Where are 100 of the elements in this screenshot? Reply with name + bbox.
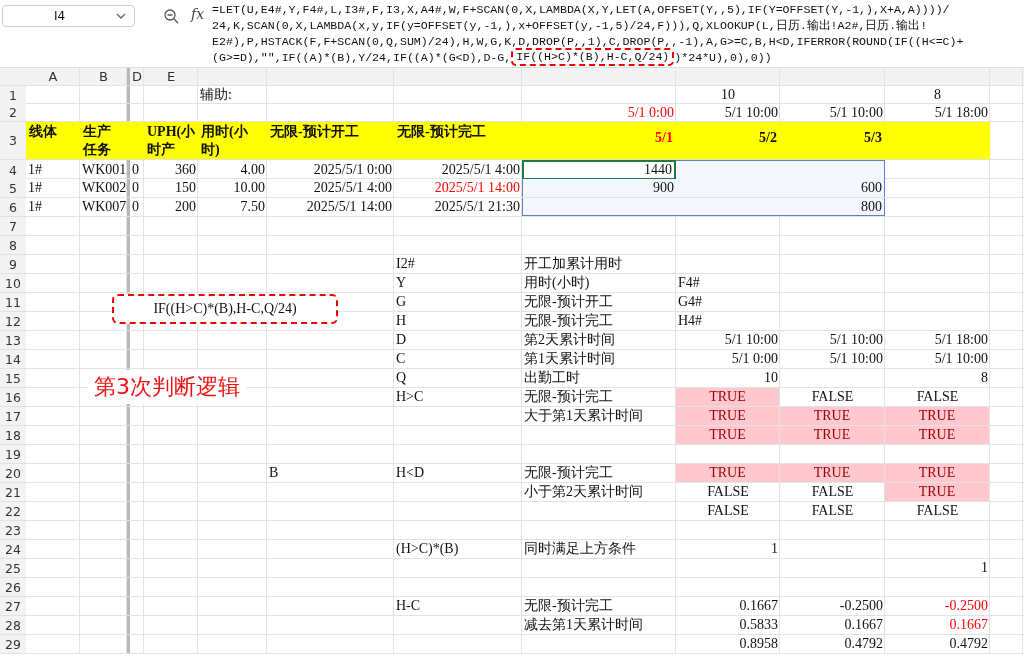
row-header[interactable]: 1	[0, 86, 26, 104]
row-header[interactable]: 18	[0, 426, 26, 444]
table-cell: 900	[522, 179, 676, 197]
row-header[interactable]: 22	[0, 502, 26, 520]
row-header[interactable]: 12	[0, 312, 26, 330]
table-cell-text: 8	[933, 86, 942, 104]
table-cell-text: 无限-预计完工	[523, 597, 614, 615]
row-header[interactable]: 4	[0, 160, 26, 180]
table-cell-text: D	[395, 331, 408, 349]
table-cell-text: 1#	[27, 198, 43, 216]
row-header[interactable]: 17	[0, 407, 26, 425]
table-cell-text: FALSE	[810, 502, 855, 520]
table-cell-text: 大于第1天累计时间	[523, 407, 644, 425]
table-cell-text: 辅助:	[199, 86, 233, 104]
table-cell-text: WK007	[81, 198, 127, 216]
table-cell-text: 无限-预计完工	[523, 464, 614, 482]
table-cell-text: 0.1667	[738, 597, 779, 615]
row-header[interactable]: 29	[0, 635, 26, 653]
row-header[interactable]: 16	[0, 388, 26, 406]
row-header[interactable]: 10	[0, 274, 26, 292]
table-cell-text: 8	[980, 369, 989, 387]
table-cell-text: 减去第1天累计时间	[523, 616, 644, 634]
highlighted-formula: IF((H>C)*(B),H-C,Q/24)	[511, 48, 675, 66]
row-header[interactable]: 27	[0, 597, 26, 615]
table-cell: TRUE	[676, 388, 779, 406]
table-cell-text: 生产任务	[81, 123, 112, 159]
row-header[interactable]: 3	[0, 122, 26, 159]
row-header[interactable]: 7	[0, 217, 26, 235]
formula-text: E2#),P,HSTACK(F,F+SCAN(0,Q,SUM)/24),H,W,G,K,D,DROP(P,,1),C,DROP(P,,-1),A,G>=C,B,H<D,IFERROR(ROUND(IF((H<=C)+	[212, 34, 964, 50]
table-cell-text: 5/1	[654, 129, 674, 147]
formula-text: =LET(U,E4#,Y,F4#,L,I3#,F,I3,X,A4#,W,F+SCAN(0,X,LAMBDA(X,Y,LET(A,OFFSET(Y,,5),IF(Y=OFFSET(Y,-1,),X+A,A))))/	[212, 2, 950, 18]
table-cell-text: 用时(小时)	[200, 123, 249, 159]
formula-text: )*24*U),0),0))	[674, 50, 772, 66]
zoom-icon[interactable]	[163, 8, 179, 24]
name-box[interactable]: I4	[2, 5, 135, 27]
row-header[interactable]: 11	[0, 293, 26, 311]
table-cell-text: 10	[720, 86, 736, 104]
annotation-title: 第3次判断逻辑	[88, 370, 246, 404]
table-cell-text: FALSE	[706, 483, 750, 501]
table-cell-text: H<D	[395, 464, 426, 482]
table-cell-text: 1#	[27, 161, 43, 179]
row-header[interactable]: 19	[0, 445, 26, 463]
table-cell-text: H	[395, 312, 408, 330]
row-header[interactable]: 13	[0, 331, 26, 349]
table-cell-text: 2025/5/1 4:00	[312, 179, 393, 197]
row-header[interactable]: 24	[0, 540, 26, 558]
formula-text: 24,K,SCAN(0,X,LAMBDA(x,y,IF(y=OFFSET(y,-1,),x+OFFSET(y,-1,5)/24,F))),Q,XLOOKUP(L,日历.输出!A2#,日历.输出!	[212, 18, 928, 34]
row-header[interactable]: 23	[0, 521, 26, 539]
table-cell-text: FALSE	[915, 502, 960, 520]
row-header[interactable]: 14	[0, 350, 26, 368]
table-cell-text: 无限-预计完工	[523, 312, 614, 330]
table-cell: 800	[780, 198, 885, 216]
table-cell-text: 无限-预计开工	[269, 123, 360, 141]
table-cell-text: 5/1 18:00	[933, 104, 989, 121]
row-header[interactable]: 28	[0, 616, 26, 634]
table-cell: TRUE	[780, 407, 884, 425]
chevron-down-icon	[116, 13, 126, 19]
row-header[interactable]: 2	[0, 104, 26, 121]
function-label[interactable]: fx	[191, 6, 205, 22]
table-cell-text: F4#	[677, 274, 701, 292]
table-cell-text: 5/1 10:00	[828, 104, 884, 121]
table-cell-text: 360	[174, 161, 197, 179]
table-cell-text: 2025/5/1 4:00	[440, 161, 521, 179]
table-cell: TRUE	[885, 483, 989, 501]
table-cell-text: 2025/5/1 14:00	[433, 179, 521, 197]
table-cell: TRUE	[885, 464, 989, 482]
table-cell-text: 0	[131, 198, 140, 216]
row-header[interactable]: 9	[0, 255, 26, 273]
table-cell-text: 5/3	[863, 129, 883, 147]
row-header[interactable]: 8	[0, 236, 26, 254]
table-cell-text: Y	[395, 274, 408, 292]
table-cell-text: 0.4792	[948, 635, 989, 653]
column-header[interactable]: D	[132, 69, 142, 84]
column-header[interactable]: E	[166, 69, 176, 84]
table-cell-text: 0.8958	[738, 635, 779, 653]
column-header[interactable]: A	[48, 69, 58, 84]
row-header[interactable]: 25	[0, 559, 26, 577]
table-cell-text: 无限-预计完工	[396, 123, 487, 141]
row-header[interactable]: 20	[0, 464, 26, 482]
table-cell-text: WK002	[81, 179, 127, 197]
row-header[interactable]: 6	[0, 198, 26, 216]
table-cell-text: UPH(小时产	[146, 123, 197, 159]
formula-text: (G>=D),"",IF((A)*(B),Y/24,IF((A)*(G<D),D-G,	[212, 50, 512, 66]
table-cell-text: FALSE	[706, 502, 750, 520]
table-cell-text: 同时满足上方条件	[523, 540, 637, 558]
row-header[interactable]: 26	[0, 578, 26, 596]
row-header[interactable]: 15	[0, 369, 26, 387]
table-cell-text: 5/1 0:00	[626, 104, 675, 121]
table-cell-text: H4#	[677, 312, 704, 330]
table-cell-text: 5/2	[758, 129, 778, 147]
row-header[interactable]: 21	[0, 483, 26, 501]
table-cell-text: 开工加累计用时	[523, 255, 623, 273]
table-cell-text: 5/1 10:00	[933, 350, 989, 368]
table-cell-text: 5/1 18:00	[933, 331, 989, 349]
table-cell-text: 2025/5/1 0:00	[312, 161, 393, 179]
table-cell: TRUE	[780, 426, 884, 444]
row-header[interactable]: 5	[0, 179, 26, 197]
table-cell-text: 0.1667	[843, 616, 884, 634]
column-header[interactable]: B	[99, 69, 108, 84]
table-cell-text: 小于第2天累计时间	[523, 483, 644, 501]
